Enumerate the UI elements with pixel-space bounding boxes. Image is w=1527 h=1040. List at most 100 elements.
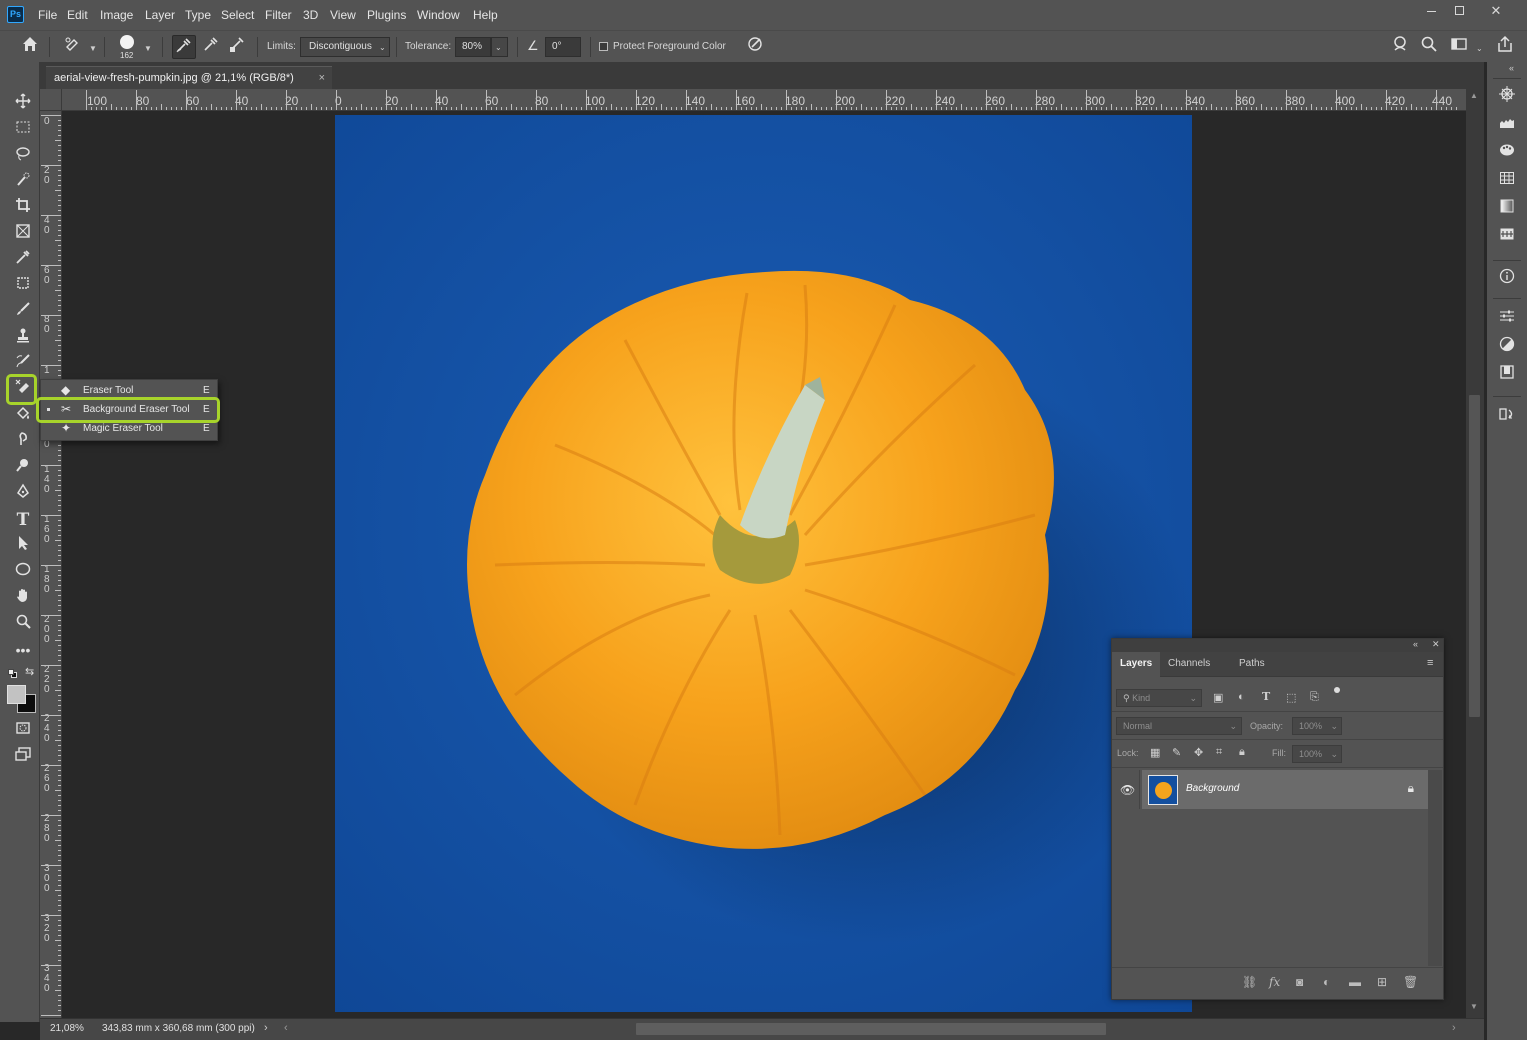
angle-input[interactable]: 0° — [545, 37, 581, 57]
scroll-right-icon[interactable]: › — [1452, 1022, 1456, 1034]
hand-tool[interactable] — [10, 587, 36, 609]
menu-select[interactable]: Select — [221, 8, 254, 22]
close-panel-icon[interactable]: ✕ — [1432, 639, 1440, 650]
layer-lock-icon[interactable]: 🔒︎ — [1408, 781, 1414, 796]
panel-menu-icon[interactable]: ≡ — [1427, 657, 1433, 669]
maximize-button[interactable] — [1445, 2, 1473, 22]
filter-adjustment-icon[interactable]: ◐ — [1238, 691, 1245, 703]
pen-tool[interactable] — [10, 483, 36, 505]
horizontal-scroll-thumb[interactable] — [636, 1023, 1106, 1035]
tab-channels[interactable]: Channels — [1160, 652, 1218, 677]
layer-name[interactable]: Background — [1186, 783, 1239, 794]
lock-artboard-icon[interactable]: ⌗ — [1216, 746, 1222, 759]
filter-kind-dropdown[interactable]: ⚲ Kind ⌄ — [1116, 689, 1202, 707]
photoshop-logo[interactable]: Ps — [7, 6, 24, 23]
lasso-tool[interactable] — [10, 145, 36, 167]
layer-row-background[interactable]: Background 🔒︎ — [1142, 770, 1428, 809]
adjustments-panel-button[interactable] — [1494, 336, 1520, 358]
share-button[interactable] — [1493, 35, 1517, 59]
color-panel-button[interactable] — [1494, 142, 1520, 164]
navigator-panel-button[interactable] — [1494, 86, 1520, 108]
brush-preset-picker[interactable]: 162 — [112, 33, 142, 61]
limits-dropdown[interactable]: Discontiguous ⌄ — [300, 37, 390, 57]
marquee-tool[interactable] — [10, 119, 36, 141]
zoom-tool[interactable] — [10, 613, 36, 635]
filter-type-icon[interactable]: T — [1262, 690, 1270, 703]
tab-paths[interactable]: Paths — [1231, 652, 1273, 677]
share-user-button[interactable] — [1389, 35, 1413, 59]
scroll-left-icon[interactable]: ‹ — [284, 1022, 288, 1034]
panel-header[interactable]: « ✕ — [1112, 639, 1443, 652]
clone-stamp-tool[interactable] — [10, 327, 36, 349]
close-window-button[interactable]: ✕ — [1482, 2, 1510, 22]
filter-shape-icon[interactable]: ⬚ — [1286, 691, 1296, 704]
lock-position-icon[interactable]: ✥ — [1194, 746, 1203, 759]
menu-window[interactable]: Window — [417, 8, 460, 22]
menu-help[interactable]: Help — [473, 8, 498, 22]
workspace-button[interactable] — [1447, 35, 1471, 59]
scroll-up-icon[interactable]: ▲ — [1470, 91, 1478, 100]
frame-tool[interactable] — [10, 223, 36, 245]
crop-tool[interactable] — [10, 197, 36, 219]
minimize-button[interactable] — [1417, 2, 1445, 22]
menu-3d[interactable]: 3D — [303, 8, 318, 22]
swap-colors-icon[interactable]: ⇆ — [25, 665, 34, 678]
document-tab[interactable]: aerial-view-fresh-pumpkin.jpg @ 21,1% (R… — [46, 66, 332, 89]
gradients-panel-button[interactable] — [1494, 198, 1520, 220]
dodge-tool[interactable] — [10, 457, 36, 479]
zoom-level[interactable]: 21,08% — [50, 1023, 84, 1034]
default-colors-icon[interactable] — [8, 669, 17, 678]
patterns-panel-button[interactable] — [1494, 226, 1520, 248]
document-image[interactable] — [335, 115, 1192, 1012]
histogram-panel-button[interactable] — [1494, 114, 1520, 136]
move-tool[interactable] — [10, 93, 36, 115]
protect-foreground-label[interactable]: Protect Foreground Color — [613, 41, 726, 52]
opacity-input[interactable]: 100% ⌄ — [1292, 717, 1342, 735]
sampling-once-button[interactable] — [199, 35, 223, 59]
history-panel-button[interactable] — [1494, 406, 1520, 428]
filter-pixel-icon[interactable]: ▣ — [1213, 691, 1223, 704]
path-selection-tool[interactable] — [10, 535, 36, 557]
edit-toolbar-button[interactable]: ••• — [10, 639, 36, 661]
tab-layers[interactable]: Layers — [1112, 652, 1161, 677]
smudge-tool[interactable] — [10, 431, 36, 453]
vertical-scrollbar[interactable]: ▲ ▼ — [1466, 89, 1484, 1018]
lock-all-icon[interactable]: 🔒︎ — [1239, 746, 1245, 759]
menu-image[interactable]: Image — [100, 8, 133, 22]
lock-image-icon[interactable]: ✎ — [1172, 746, 1181, 759]
menu-edit[interactable]: Edit — [67, 8, 88, 22]
spot-healing-tool[interactable] — [10, 275, 36, 297]
screen-mode-button[interactable] — [10, 746, 36, 768]
menu-filter[interactable]: Filter — [265, 8, 292, 22]
status-menu-icon[interactable]: › — [264, 1022, 268, 1034]
pressure-size-button[interactable] — [743, 35, 767, 59]
tool-preset-picker[interactable] — [60, 35, 84, 59]
foreground-color-swatch[interactable] — [7, 685, 26, 704]
paint-bucket-tool[interactable] — [10, 405, 36, 427]
history-brush-tool[interactable] — [10, 353, 36, 375]
tolerance-input[interactable]: 80% — [455, 37, 491, 57]
ellipse-tool[interactable] — [10, 561, 36, 583]
menu-layer[interactable]: Layer — [145, 8, 175, 22]
layers-scrollbar[interactable] — [1428, 770, 1442, 966]
quick-mask-button[interactable] — [10, 720, 36, 742]
brush-tool[interactable] — [10, 301, 36, 323]
search-button[interactable] — [1417, 35, 1441, 59]
fill-input[interactable]: 100% ⌄ — [1292, 745, 1342, 763]
delete-layer-icon[interactable]: 🗑︎ — [1403, 975, 1418, 989]
type-tool[interactable]: T — [10, 509, 36, 531]
protect-foreground-checkbox[interactable] — [599, 42, 608, 51]
visibility-eye-icon[interactable]: 👁︎ — [1120, 783, 1135, 797]
home-button[interactable] — [18, 35, 42, 59]
chevron-down-icon[interactable]: ▼ — [89, 44, 97, 53]
blend-mode-dropdown[interactable]: Normal ⌄ — [1116, 717, 1242, 735]
menu-type[interactable]: Type — [185, 8, 211, 22]
new-layer-icon[interactable]: ⊞ — [1377, 975, 1387, 989]
menu-view[interactable]: View — [330, 8, 356, 22]
layer-style-icon[interactable]: fx — [1269, 975, 1280, 989]
collapse-panels-icon[interactable]: « — [1509, 63, 1514, 73]
add-mask-icon[interactable]: ◙ — [1296, 975, 1303, 989]
swatches-panel-button[interactable] — [1494, 170, 1520, 192]
filter-toggle[interactable] — [1334, 687, 1340, 703]
sampling-continuous-button[interactable] — [172, 35, 196, 59]
